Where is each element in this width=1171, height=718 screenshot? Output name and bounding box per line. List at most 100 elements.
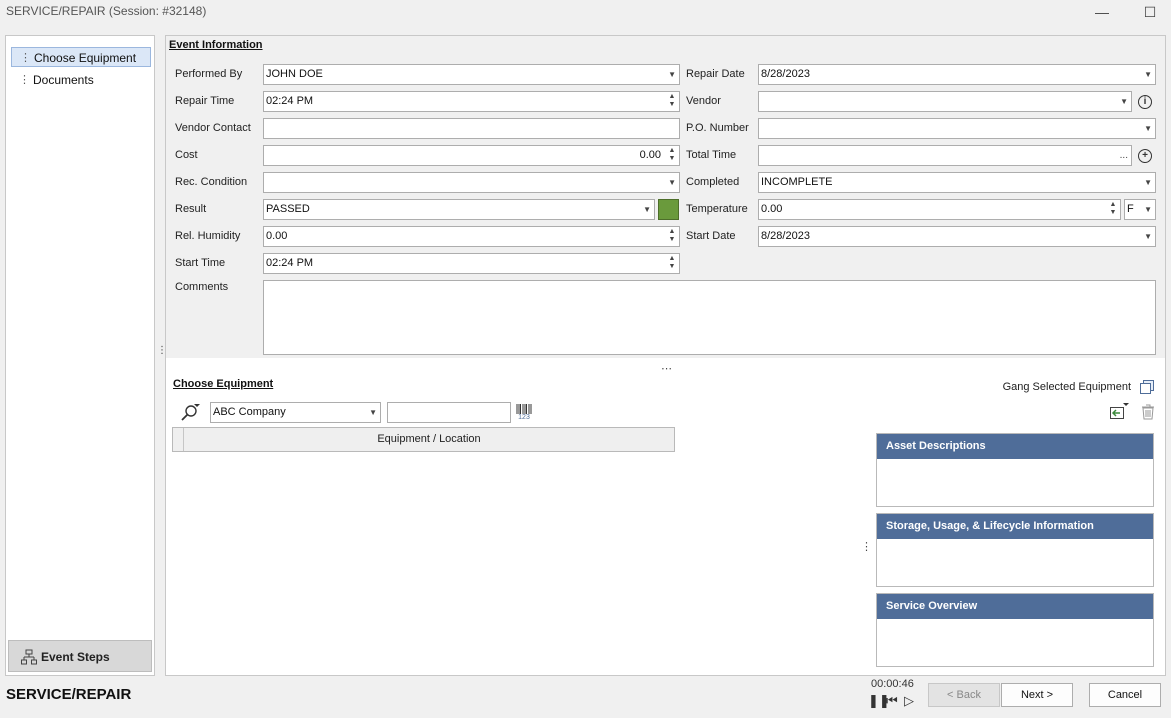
temperature-value: 0.00 [761, 203, 783, 215]
po-number-select[interactable]: ▼ [758, 118, 1156, 139]
total-time-input[interactable]: ... [758, 145, 1132, 166]
spinner-arrows-icon[interactable]: ▲ ▼ [1109, 201, 1117, 217]
equipment-location-column[interactable]: Equipment / Location [184, 433, 674, 445]
comments-label: Comments [175, 281, 229, 293]
start-time-value: 02:24 PM [266, 257, 314, 269]
skip-back-icon[interactable]: ⏮ [886, 693, 898, 709]
nav-item-choose-equipment[interactable]: ⋮ Choose Equipment [11, 47, 151, 67]
rel-humidity-label: Rel. Humidity [175, 230, 241, 242]
temperature-unit-value: F [1127, 203, 1134, 215]
start-time-spinner[interactable]: 02:24 PM ▲ ▼ [263, 253, 680, 274]
rel-humidity-spinner[interactable]: 0.00 ▲ ▼ [263, 226, 680, 247]
spinner-arrows-icon[interactable]: ▲ ▼ [668, 93, 676, 109]
spinner-arrows-icon[interactable]: ▲ ▼ [668, 147, 676, 163]
trash-icon[interactable] [1141, 404, 1155, 420]
panel-header[interactable]: Service Overview [877, 594, 1153, 619]
repair-time-value: 02:24 PM [266, 95, 314, 107]
rec-condition-label: Rec. Condition [175, 176, 248, 188]
info-icon[interactable]: i [1138, 95, 1152, 109]
performed-by-value: JOHN DOE [266, 68, 323, 80]
event-steps-label: Event Steps [41, 650, 110, 664]
chevron-down-icon: ▼ [668, 70, 676, 79]
chevron-down-icon: ▼ [668, 178, 676, 187]
back-button[interactable]: < Back [928, 683, 1000, 707]
total-time-label: Total Time [686, 149, 737, 161]
chevron-down-icon: ▼ [369, 408, 377, 417]
vendor-select[interactable]: ▼ [758, 91, 1132, 112]
performed-by-label: Performed By [175, 68, 243, 80]
start-date-label: Start Date [686, 230, 736, 242]
row-selector-column[interactable] [173, 428, 184, 451]
repair-time-label: Repair Time [175, 95, 235, 107]
maximize-button[interactable]: ☐ [1138, 2, 1162, 22]
completed-select[interactable]: INCOMPLETE ▼ [758, 172, 1156, 193]
repair-date-label: Repair Date [686, 68, 745, 80]
search-filter-icon[interactable] [180, 403, 200, 423]
cost-label: Cost [175, 149, 198, 161]
cost-value: 0.00 [639, 149, 661, 161]
steps-sidebar: ⋮ Choose Equipment ⋮ Documents Event Ste… [5, 35, 155, 676]
repair-date-picker[interactable]: 8/28/2023 ▼ [758, 64, 1156, 85]
chevron-down-icon: ▼ [1120, 97, 1128, 106]
vertical-splitter[interactable]: ⋮ [157, 345, 167, 359]
footer-title: SERVICE/REPAIR [6, 686, 132, 703]
horizontal-splitter[interactable]: ⋯ [661, 362, 672, 375]
gang-copy-icon[interactable] [1139, 379, 1155, 395]
vendor-contact-input[interactable] [263, 118, 680, 139]
company-select[interactable]: ABC Company ▼ [210, 402, 381, 423]
gang-selected-label: Gang Selected Equipment [1002, 381, 1131, 393]
window-title: SERVICE/REPAIR (Session: #32148) [6, 4, 207, 18]
main-content: Event Information Performed By JOHN DOE … [165, 35, 1166, 676]
result-value: PASSED [266, 203, 310, 215]
temperature-spinner[interactable]: 0.00 ▲ ▼ [758, 199, 1121, 220]
cancel-button[interactable]: Cancel [1089, 683, 1161, 707]
service-overview-panel: Service Overview [876, 593, 1154, 667]
barcode-icon[interactable]: 123 [516, 404, 532, 421]
grip-icon: ⋮ [19, 74, 30, 86]
chevron-down-icon: ▼ [1144, 232, 1152, 241]
rel-humidity-value: 0.00 [266, 230, 288, 242]
comments-textarea[interactable] [263, 280, 1156, 355]
start-date-value: 8/28/2023 [761, 230, 810, 242]
barcode-input[interactable] [387, 402, 511, 423]
result-color-swatch[interactable] [658, 199, 679, 220]
panel-splitter[interactable]: ⋮ [861, 540, 872, 553]
add-icon[interactable]: + [1138, 149, 1152, 163]
chevron-down-icon: ▼ [1144, 70, 1152, 79]
chevron-down-icon: ▼ [1144, 205, 1152, 214]
nav-item-label: Documents [33, 73, 94, 87]
asset-descriptions-panel: Asset Descriptions [876, 433, 1154, 507]
session-timer: 00:00:46 [871, 678, 914, 690]
repair-time-spinner[interactable]: 02:24 PM ▲ ▼ [263, 91, 680, 112]
completed-label: Completed [686, 176, 740, 188]
company-value: ABC Company [213, 406, 286, 418]
rec-condition-select[interactable]: ▼ [263, 172, 680, 193]
next-button[interactable]: Next > [1001, 683, 1073, 707]
add-to-list-icon[interactable] [1109, 403, 1129, 421]
temperature-unit-select[interactable]: F ▼ [1124, 199, 1156, 220]
spinner-arrows-icon[interactable]: ▲ ▼ [668, 228, 676, 244]
minimize-button[interactable]: — [1090, 2, 1114, 22]
event-steps-button[interactable]: Event Steps [8, 640, 152, 672]
chevron-down-icon: ▼ [1144, 124, 1152, 133]
choose-equipment-title: Choose Equipment [173, 378, 274, 390]
cost-spinner[interactable]: 0.00 ▲ ▼ [263, 145, 680, 166]
chevron-down-icon: ▼ [643, 205, 651, 214]
chevron-down-icon: ▼ [1144, 178, 1152, 187]
vendor-label: Vendor [686, 95, 721, 107]
start-date-picker[interactable]: 8/28/2023 ▼ [758, 226, 1156, 247]
ellipsis-button[interactable]: ... [1120, 146, 1128, 165]
panel-header[interactable]: Storage, Usage, & Lifecycle Information [877, 514, 1153, 539]
nav-item-label: Choose Equipment [34, 51, 137, 65]
panel-header[interactable]: Asset Descriptions [877, 434, 1153, 459]
performed-by-select[interactable]: JOHN DOE ▼ [263, 64, 680, 85]
sitemap-icon [21, 649, 37, 665]
temperature-label: Temperature [686, 203, 748, 215]
equipment-table-header: Equipment / Location [172, 427, 675, 452]
result-select[interactable]: PASSED ▼ [263, 199, 655, 220]
play-icon[interactable]: ▷ [904, 693, 914, 709]
repair-date-value: 8/28/2023 [761, 68, 810, 80]
nav-item-documents[interactable]: ⋮ Documents [11, 70, 151, 90]
vendor-contact-label: Vendor Contact [175, 122, 251, 134]
spinner-arrows-icon[interactable]: ▲ ▼ [668, 255, 676, 271]
